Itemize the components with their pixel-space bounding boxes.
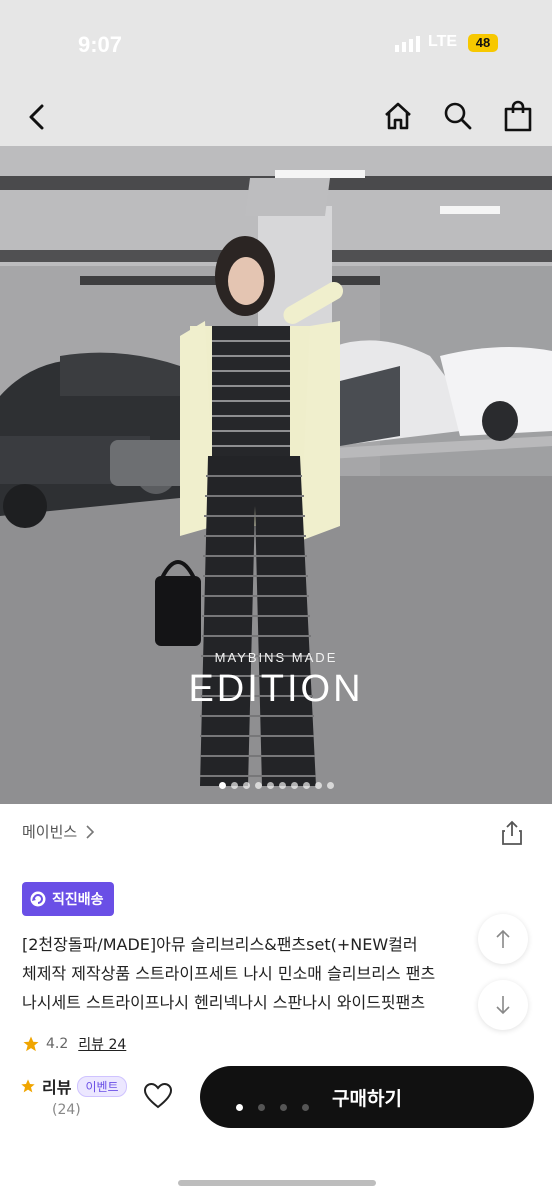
top-nav bbox=[0, 88, 552, 146]
product-title: [2천장돌파/MADE]아뮤 슬리브리스&팬츠set(+NEW컬러 체제작 제작… bbox=[22, 930, 492, 1017]
carousel-dot bbox=[290, 782, 298, 789]
buy-label: 구매하기 bbox=[332, 1087, 402, 1110]
scroll-up-button[interactable] bbox=[478, 914, 528, 964]
carousel-indicator bbox=[0, 782, 552, 789]
star-icon bbox=[21, 1079, 35, 1093]
carousel-dot bbox=[218, 782, 226, 789]
network-label: LTE bbox=[428, 33, 458, 50]
battery-icon: 48 bbox=[468, 34, 498, 52]
rating-score: 4.2 bbox=[46, 1036, 69, 1052]
home-indicator[interactable] bbox=[178, 1180, 376, 1186]
review-link[interactable]: 리뷰 24 bbox=[78, 1034, 126, 1054]
page-dot bbox=[236, 1104, 243, 1111]
review-label: 리뷰 bbox=[42, 1078, 72, 1097]
home-icon[interactable] bbox=[383, 101, 413, 131]
carousel-dot bbox=[230, 782, 238, 789]
event-badge: 이벤트 bbox=[77, 1075, 127, 1097]
title-line: [2천장돌파/MADE]아뮤 슬리브리스&팬츠set(+NEW컬러 bbox=[22, 935, 418, 954]
page-dot bbox=[280, 1104, 287, 1111]
page-dot bbox=[258, 1104, 265, 1111]
carousel-dot bbox=[266, 782, 274, 789]
buy-button[interactable]: 구매하기 bbox=[200, 1066, 534, 1128]
direct-shipping-badge: 직진배송 bbox=[22, 882, 114, 916]
scroll-down-button[interactable] bbox=[478, 980, 528, 1030]
search-icon[interactable] bbox=[443, 101, 473, 131]
brand-subtitle: MAYBINS MADE bbox=[214, 650, 338, 665]
page-dot bbox=[302, 1104, 309, 1111]
chevron-right-icon bbox=[86, 824, 95, 839]
product-image-carousel[interactable]: MAYBINS MADE EDITION bbox=[0, 146, 552, 804]
signal-icon bbox=[395, 36, 420, 52]
arrow-up-icon bbox=[496, 929, 510, 948]
share-icon[interactable] bbox=[500, 820, 524, 846]
rating-row: 4.2 리뷰 24 bbox=[22, 1034, 126, 1054]
carousel-dot bbox=[254, 782, 262, 789]
carousel-dot bbox=[326, 782, 334, 789]
heart-icon[interactable] bbox=[143, 1082, 173, 1110]
arrow-circle-icon bbox=[30, 891, 46, 907]
seller-link[interactable]: 메이빈스 bbox=[22, 821, 95, 842]
status-time: 9:07 bbox=[78, 32, 123, 57]
carousel-dot bbox=[278, 782, 286, 789]
back-icon[interactable] bbox=[22, 102, 52, 132]
brand-title: EDITION bbox=[188, 668, 364, 710]
carousel-dot bbox=[242, 782, 250, 789]
carousel-dot bbox=[302, 782, 310, 789]
page-indicator bbox=[236, 1104, 309, 1111]
review-count: (24) bbox=[52, 1102, 81, 1118]
badge-label: 직진배송 bbox=[52, 892, 104, 908]
status-bar: 9:07 LTE 48 bbox=[0, 0, 552, 88]
title-line: 체제작 제작상품 스트라이프세트 나시 민소매 슬리브리스 팬츠 bbox=[22, 964, 436, 983]
shopping-bag-icon[interactable] bbox=[503, 100, 533, 132]
carousel-dot bbox=[314, 782, 322, 789]
review-summary[interactable]: 리뷰 이벤트 bbox=[20, 1074, 127, 1098]
star-icon bbox=[23, 1036, 39, 1052]
arrow-down-icon bbox=[496, 996, 510, 1015]
title-line: 나시세트 스트라이프나시 헨리넥나시 스판나시 와이드핏팬츠 bbox=[22, 993, 426, 1012]
seller-name: 메이빈스 bbox=[22, 823, 78, 841]
